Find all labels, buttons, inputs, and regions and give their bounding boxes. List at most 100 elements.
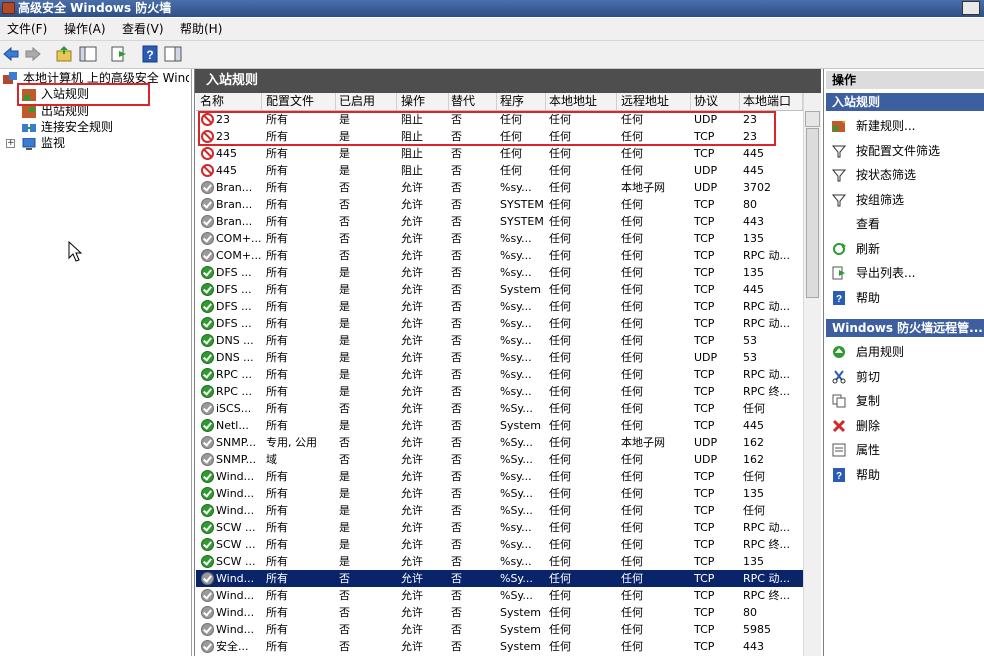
table-row[interactable]: Netl... 所有 是 允许 否 System 任何 任何 TCP 445 bbox=[196, 417, 803, 434]
cell-enabled: 是 bbox=[339, 470, 350, 483]
minimize-button[interactable] bbox=[962, 1, 980, 15]
cell-local-address: 任何 bbox=[549, 589, 571, 602]
cell-action: 阻止 bbox=[401, 147, 423, 160]
table-row[interactable]: COM+... 所有 否 允许 否 %sy... 任何 任何 TCP 135 bbox=[196, 230, 803, 247]
actions-section-remote-mgmt[interactable]: Windows 防火墙远程管... bbox=[826, 319, 984, 337]
table-row[interactable]: RPC ... 所有 是 允许 否 %sy... 任何 任何 TCP RPC 终... bbox=[196, 383, 803, 400]
menu-action[interactable]: 操作(A) bbox=[64, 22, 106, 36]
table-row[interactable]: Wind... 所有 否 允许 否 %Sy... 任何 任何 TCP RPC 终... bbox=[196, 587, 803, 604]
table-row[interactable]: Wind... 所有 是 允许 否 %Sy... 任何 任何 TCP 135 bbox=[196, 485, 803, 502]
table-row[interactable]: 445 所有 是 阻止 否 任何 任何 任何 TCP 445 bbox=[196, 145, 803, 162]
action-items2-1[interactable]: 剪切 bbox=[832, 368, 982, 386]
column-header-protocol[interactable]: 协议 bbox=[690, 93, 740, 110]
cell-local-address: 任何 bbox=[549, 606, 571, 619]
vertical-scrollbar[interactable] bbox=[803, 93, 821, 656]
table-row[interactable]: iSCS... 所有 否 允许 否 %Sy... 任何 任何 TCP 任何 bbox=[196, 400, 803, 417]
column-header-program[interactable]: 程序 bbox=[496, 93, 546, 110]
table-row[interactable]: DNS ... 所有 是 允许 否 %sy... 任何 任何 UDP 53 bbox=[196, 349, 803, 366]
cell-profile: 所有 bbox=[266, 487, 288, 500]
tree-monitor[interactable]: 监视 bbox=[41, 136, 65, 151]
cell-local-port: 445 bbox=[743, 147, 764, 160]
cell-local-port: 5985 bbox=[743, 623, 771, 636]
window-title: 高级安全 Windows 防火墙 bbox=[18, 1, 172, 15]
table-row[interactable]: Bran... 所有 否 允许 否 SYSTEM 任何 任何 TCP 443 bbox=[196, 213, 803, 230]
export-list-icon[interactable] bbox=[110, 45, 128, 63]
action-items1-4[interactable]: 查看 bbox=[832, 215, 982, 233]
table-row[interactable]: SCW ... 所有 是 允许 否 %sy... 任何 任何 TCP RPC 动... bbox=[196, 519, 803, 536]
column-header-action[interactable]: 操作 bbox=[397, 93, 449, 110]
scroll-up-icon[interactable] bbox=[805, 111, 820, 127]
table-row[interactable]: 445 所有 是 阻止 否 任何 任何 任何 UDP 445 bbox=[196, 162, 803, 179]
table-row[interactable]: Wind... 所有 否 允许 否 System 任何 任何 TCP 80 bbox=[196, 604, 803, 621]
cell-program: SYSTEM bbox=[500, 198, 544, 211]
cell-protocol: TCP bbox=[694, 606, 715, 619]
action-items2-2[interactable]: 复制 bbox=[832, 392, 982, 410]
table-row[interactable]: SNMP... 专用, 公用 否 允许 否 %Sy... 任何 本地子网 UDP 162 bbox=[196, 434, 803, 451]
cell-protocol: TCP bbox=[694, 334, 715, 347]
tree-connection-security-rules[interactable]: 连接安全规则 bbox=[41, 120, 113, 135]
column-header-enabled[interactable]: 已启用 bbox=[335, 93, 397, 110]
column-header-local-port[interactable]: 本地端口 bbox=[739, 93, 803, 110]
table-row[interactable]: DFS ... 所有 是 允许 否 %sy... 任何 任何 TCP RPC 动... bbox=[196, 298, 803, 315]
table-row[interactable]: DFS ... 所有 是 允许 否 %sy... 任何 任何 TCP RPC 动... bbox=[196, 315, 803, 332]
column-header-override[interactable]: 替代 bbox=[447, 93, 497, 110]
table-row[interactable]: RPC ... 所有 是 允许 否 %sy... 任何 任何 TCP RPC 动... bbox=[196, 366, 803, 383]
expand-icon[interactable]: + bbox=[6, 139, 15, 148]
tree-outbound-rules[interactable]: 出站规则 bbox=[41, 104, 89, 119]
table-row[interactable]: COM+... 所有 否 允许 否 %sy... 任何 任何 TCP RPC 动... bbox=[196, 247, 803, 264]
action-items1-2[interactable]: 按状态筛选 bbox=[831, 166, 982, 184]
table-row[interactable]: 安全... 所有 否 允许 否 System 任何 任何 TCP 443 bbox=[196, 638, 803, 655]
table-row[interactable]: Bran... 所有 否 允许 否 SYSTEM 任何 任何 TCP 80 bbox=[196, 196, 803, 213]
cell-override: 否 bbox=[451, 283, 462, 296]
cell-program: SYSTEM bbox=[500, 215, 544, 228]
cell-override: 否 bbox=[451, 334, 462, 347]
table-row[interactable]: Wind... 所有 否 允许 否 System 任何 任何 TCP 5985 bbox=[196, 621, 803, 638]
cell-enabled: 是 bbox=[339, 504, 350, 517]
table-row[interactable]: DNS ... 所有 是 允许 否 %sy... 任何 任何 TCP 53 bbox=[196, 332, 803, 349]
table-row[interactable]: DFS ... 所有 是 允许 否 System 任何 任何 TCP 445 bbox=[196, 281, 803, 298]
table-row[interactable]: SCW ... 所有 是 允许 否 %sy... 任何 任何 TCP 135 bbox=[196, 553, 803, 570]
cell-action: 允许 bbox=[401, 283, 423, 296]
cell-remote-address: 任何 bbox=[621, 164, 643, 177]
column-header-name[interactable]: 名称 bbox=[196, 93, 262, 110]
scroll-thumb[interactable] bbox=[806, 128, 819, 298]
table-row[interactable]: Wind... 所有 是 允许 否 %Sy... 任何 任何 TCP 任何 bbox=[196, 502, 803, 519]
column-header-remote-address[interactable]: 远程地址 bbox=[617, 93, 691, 110]
action-items2-5[interactable]: ? 帮助 bbox=[832, 466, 982, 484]
cell-enabled: 否 bbox=[339, 589, 350, 602]
column-header-profile[interactable]: 配置文件 bbox=[262, 93, 336, 110]
action-items1-7[interactable]: ? 帮助 bbox=[832, 289, 982, 307]
action-items1-0[interactable]: * 新建规则... bbox=[832, 117, 982, 135]
up-folder-icon[interactable] bbox=[55, 45, 73, 63]
help-icon[interactable]: ? bbox=[141, 45, 159, 63]
cell-profile: 所有 bbox=[266, 283, 288, 296]
forward-icon[interactable] bbox=[24, 45, 42, 63]
monitor-icon bbox=[22, 137, 36, 150]
back-icon[interactable] bbox=[2, 45, 20, 63]
table-row[interactable]: SCW ... 所有 是 允许 否 %sy... 任何 任何 TCP RPC 终... bbox=[196, 536, 803, 553]
column-header-local-address[interactable]: 本地地址 bbox=[545, 93, 617, 110]
action-items1-6[interactable]: 导出列表... bbox=[832, 264, 982, 282]
action-items2-4[interactable]: 属性 bbox=[832, 441, 982, 459]
menu-file[interactable]: 文件(F) bbox=[7, 22, 47, 36]
action-items1-5[interactable]: 刷新 bbox=[832, 240, 982, 258]
table-row[interactable]: DFS ... 所有 是 允许 否 %sy... 任何 任何 TCP 135 bbox=[196, 264, 803, 281]
actions-section-inbound[interactable]: 入站规则 bbox=[826, 93, 984, 111]
action-items1-3[interactable]: 按组筛选 bbox=[831, 191, 982, 209]
table-row[interactable]: Wind... 所有 是 允许 否 %sy... 任何 任何 TCP 任何 bbox=[196, 468, 803, 485]
show-hide-action-pane-icon[interactable] bbox=[164, 45, 182, 63]
action-items2-3[interactable]: 删除 bbox=[832, 417, 982, 435]
action-items2-0[interactable]: 启用规则 bbox=[832, 343, 982, 361]
show-hide-tree-icon[interactable] bbox=[79, 45, 97, 63]
cell-program: System bbox=[500, 623, 542, 636]
menu-help[interactable]: 帮助(H) bbox=[180, 22, 222, 36]
table-row[interactable]: Bran... 所有 否 允许 否 %sy... 任何 本地子网 UDP 3702 bbox=[196, 179, 803, 196]
block-rule-icon bbox=[201, 147, 214, 160]
table-row[interactable]: Wind... 所有 否 允许 否 %Sy... 任何 任何 TCP RPC 动... bbox=[196, 570, 803, 587]
action-items1-1[interactable]: 按配置文件筛选 bbox=[831, 142, 982, 160]
cell-action: 允许 bbox=[401, 606, 423, 619]
menu-view[interactable]: 查看(V) bbox=[122, 22, 164, 36]
table-row[interactable]: SNMP... 域 否 允许 否 %Sy... 任何 任何 UDP 162 bbox=[196, 451, 803, 468]
cell-enabled: 否 bbox=[339, 215, 350, 228]
cell-local-port: RPC 动... bbox=[743, 249, 790, 262]
